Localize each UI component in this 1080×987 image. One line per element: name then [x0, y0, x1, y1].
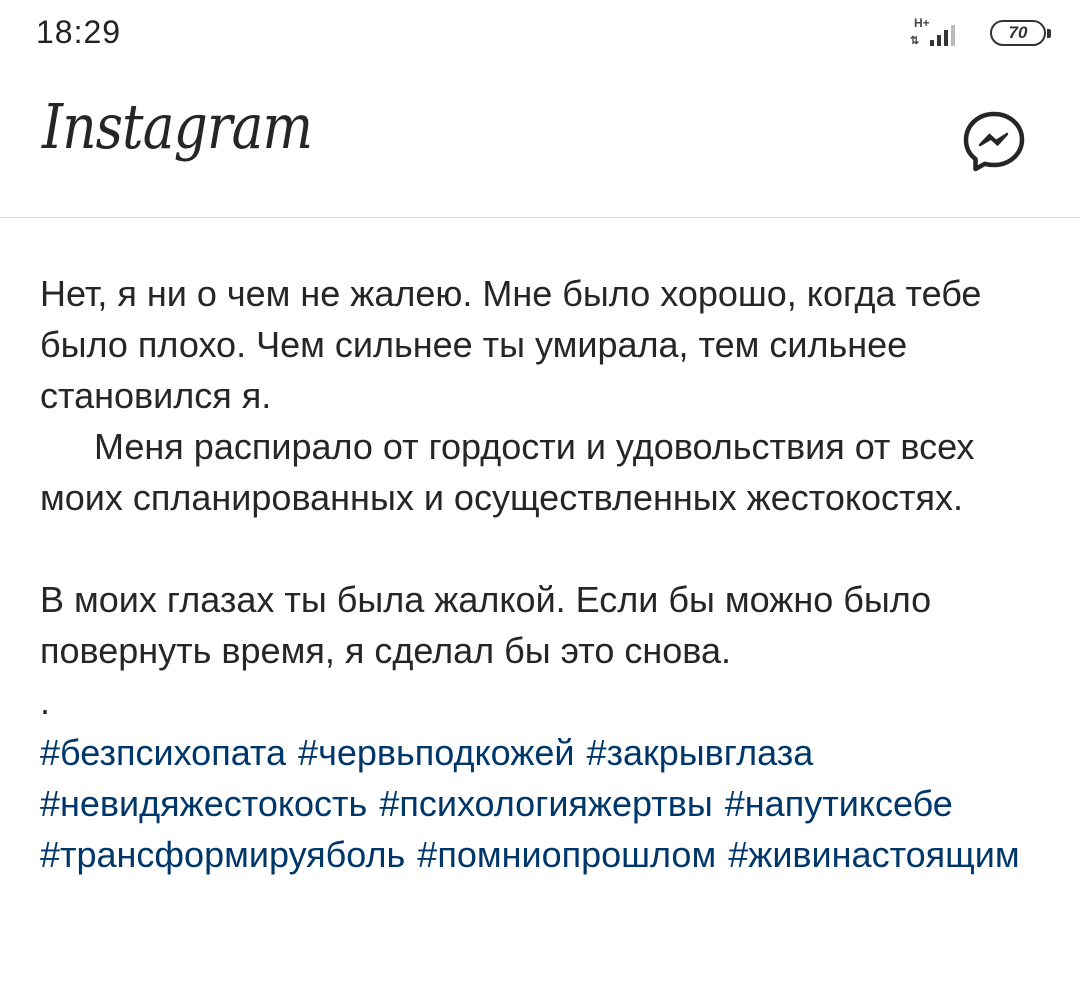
- caption-separator: .: [40, 681, 51, 722]
- signal-bars-icon: [930, 25, 955, 46]
- caption-paragraph: Меня распирало от гордости и удовольстви…: [40, 426, 975, 518]
- hashtag-link[interactable]: #трансформируяболь: [40, 834, 405, 875]
- app-header: Instagram: [0, 72, 1080, 218]
- hashtag-link[interactable]: #психологияжертвы: [379, 783, 712, 824]
- instagram-logo[interactable]: Instagram: [42, 90, 313, 163]
- hashtag-link[interactable]: #помниопрошлом: [417, 834, 716, 875]
- network-type: H+: [914, 16, 930, 30]
- caption-paragraph: В моих глазах ты была жалкой. Если бы мо…: [40, 579, 932, 671]
- data-arrows-icon: ⇅: [910, 35, 920, 47]
- battery-level: 70: [1008, 23, 1028, 42]
- status-bar: 18:29 H+ ⇅ 70: [0, 0, 1080, 72]
- messenger-icon: [963, 111, 1025, 172]
- messenger-button[interactable]: [960, 108, 1028, 176]
- hashtag-link[interactable]: #закрывглаза: [586, 732, 813, 773]
- battery-icon: 70: [990, 20, 1051, 46]
- hashtag-link[interactable]: #живинастоящим: [728, 834, 1019, 875]
- hashtag-list: #безпсихопата #червьподкожей #закрывглаз…: [40, 727, 1050, 880]
- caption-paragraph: Нет, я ни о чем не жалею. Мне было хорош…: [40, 273, 982, 416]
- post-caption: Нет, я ни о чем не жалею. Мне было хорош…: [40, 268, 1050, 880]
- status-time: 18:29: [36, 14, 122, 50]
- hashtag-link[interactable]: #напутиксебе: [725, 783, 953, 824]
- hashtag-link[interactable]: #червьподкожей: [298, 732, 574, 773]
- status-icons: H+ ⇅ 70: [908, 16, 1051, 50]
- hashtag-link[interactable]: #невидяжестокость: [40, 783, 367, 824]
- hashtag-link[interactable]: #безпсихопата: [40, 732, 286, 773]
- signal-icon: H+ ⇅: [908, 16, 968, 50]
